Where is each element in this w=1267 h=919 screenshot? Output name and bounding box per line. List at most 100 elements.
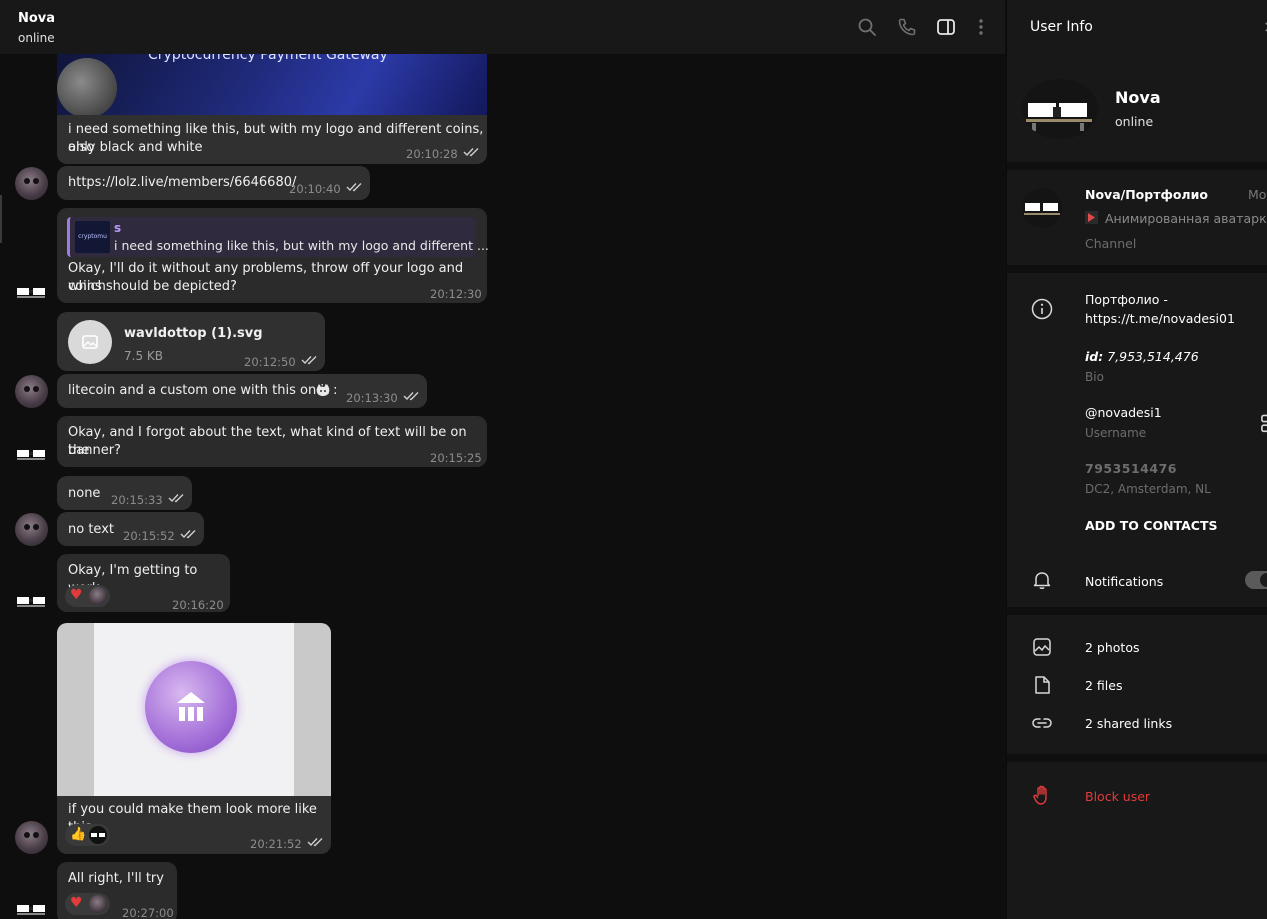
message-bubble[interactable]: All right, I'll try ♥ 20:27:00 (57, 862, 177, 919)
sidebar-toggle-icon[interactable] (936, 17, 956, 37)
user-info-panel: User Info × Nova online Nova/Портфолио M… (1006, 0, 1267, 919)
close-icon[interactable]: × (1263, 17, 1267, 36)
heart-icon: ♥ (70, 587, 83, 603)
bell-icon (1031, 569, 1053, 591)
read-checks-icon (307, 837, 325, 847)
file-size: 7.5 KB (124, 349, 163, 363)
message-text: no text (68, 522, 114, 537)
message-bubble[interactable]: Okay, and I forgot about the text, what … (57, 416, 487, 467)
message-text-line2: coins should be depicted? (68, 279, 237, 294)
file-icon (1031, 674, 1053, 696)
channel-description: Анимированная аватарка (1105, 211, 1267, 226)
more-vertical-icon[interactable] (971, 17, 991, 37)
profile-status: online (1115, 114, 1154, 129)
bio-line1: Портфолио - (1085, 292, 1168, 307)
channel-avatar[interactable] (1022, 188, 1062, 228)
chat-status: online (18, 31, 55, 45)
avatar[interactable] (15, 513, 48, 546)
bio-link[interactable]: https://t.me/novadesi01 (1085, 311, 1235, 326)
file-icon[interactable] (68, 320, 112, 364)
notifications-toggle[interactable] (1245, 571, 1267, 589)
link-icon (1031, 712, 1053, 734)
username-label: Username (1085, 426, 1147, 440)
search-icon[interactable] (857, 17, 877, 37)
message-text: Okay, and I forgot about the text, what … (68, 425, 467, 458)
message-link[interactable]: https://lolz.live/members/6646680/ (68, 174, 296, 192)
scroll-indicator[interactable] (0, 195, 2, 243)
block-user-button[interactable]: Block user (1085, 789, 1150, 804)
reaction-avatar (89, 826, 107, 844)
message-time: 20:27:00 (122, 906, 174, 919)
message-time: 20:15:33 (111, 493, 163, 507)
photo-icon (1031, 636, 1053, 658)
files-link[interactable]: 2 files (1085, 678, 1122, 693)
hand-stop-icon (1031, 784, 1053, 806)
message-text: none (68, 486, 101, 501)
read-checks-icon (463, 147, 481, 157)
file-name[interactable]: wavldottop (1).svg (124, 325, 263, 343)
thumbs-up-icon: 👍 (70, 827, 87, 842)
message-text: litecoin and a custom one with this on i… (68, 383, 338, 398)
avatar[interactable] (15, 447, 48, 463)
avatar[interactable] (15, 375, 48, 408)
coin-graphic (57, 58, 117, 115)
reaction-heart[interactable]: ♥ (65, 585, 110, 607)
reply-thumbnail: cryptomu (75, 221, 110, 253)
phone-icon[interactable] (897, 17, 917, 37)
message-text-line2: banner? (68, 443, 121, 458)
message-time: 20:13:30 (346, 391, 398, 405)
channel-title[interactable]: Nova/Портфолио (1085, 187, 1208, 202)
avatar[interactable] (15, 821, 48, 854)
chat-header: Nova online (0, 0, 1005, 54)
message-bubble-file[interactable]: wavldottop (1).svg 7.5 KB 20:12:50 (57, 312, 325, 371)
read-checks-icon (346, 182, 364, 192)
message-bubble[interactable]: none 20:15:33 (57, 476, 192, 510)
profile-name: Nova (1115, 88, 1161, 107)
message-bubble[interactable]: no text 20:15:52 (57, 512, 204, 546)
divider (1007, 754, 1267, 762)
message-text: All right, I'll try (68, 871, 164, 886)
user-id[interactable]: id: 7,953,514,476 (1085, 349, 1199, 364)
message-bubble-reply[interactable]: cryptomu s i need something like this, b… (57, 208, 489, 303)
message-bubble[interactable]: Okay, I'm getting to work ♥ 20:16:20 (57, 554, 230, 612)
message-time: 20:10:40 (289, 182, 341, 196)
message-time: 20:15:52 (123, 529, 175, 543)
datacenter-label: DC2, Amsterdam, NL (1085, 482, 1211, 496)
photos-link[interactable]: 2 photos (1085, 640, 1140, 655)
divider (1007, 265, 1267, 273)
qr-code-icon[interactable] (1257, 413, 1267, 433)
message-bubble[interactable]: https://lolz.live/members/6646680/ 20:10… (57, 166, 370, 200)
message-time: 20:15:25 (430, 451, 482, 465)
reply-text: i need something like this, but with my … (114, 238, 489, 253)
message-bubble[interactable]: litecoin and a custom one with this on i… (57, 374, 427, 408)
reaction-thumbs-up[interactable]: 👍 (65, 824, 110, 846)
chat-title[interactable]: Nova (18, 11, 55, 26)
reply-author: s (114, 221, 122, 235)
read-checks-icon (180, 529, 198, 539)
shared-links-link[interactable]: 2 shared links (1085, 716, 1172, 731)
cat-emoji-icon (315, 383, 331, 399)
reaction-avatar (89, 895, 107, 913)
bio-label: Bio (1085, 370, 1104, 384)
message-time: 20:10:28 (406, 147, 458, 161)
message-time: 20:16:20 (172, 598, 224, 612)
coin-image[interactable] (57, 623, 331, 796)
avatar[interactable] (15, 167, 48, 200)
add-to-contacts-button[interactable]: ADD TO CONTACTS (1085, 518, 1217, 533)
message-bubble-image[interactable]: Cryptocurrency Payment Gateway i need so… (57, 40, 487, 164)
profile-avatar[interactable] (1022, 79, 1098, 139)
message-time: 20:12:30 (430, 287, 482, 301)
reply-quote[interactable]: cryptomu s i need something like this, b… (67, 217, 489, 257)
channel-label: Channel (1085, 236, 1137, 251)
avatar[interactable] (15, 594, 48, 610)
avatar[interactable] (15, 902, 48, 918)
avatar[interactable] (15, 285, 48, 301)
divider (1007, 607, 1267, 615)
username[interactable]: @novadesi1 (1085, 405, 1162, 420)
message-text-line2: only black and white (68, 140, 203, 155)
message-bubble-image[interactable]: if you could make them look more like th… (57, 623, 331, 854)
divider (1007, 162, 1267, 170)
reaction-avatar (89, 587, 107, 605)
reaction-heart[interactable]: ♥ (65, 893, 110, 915)
phone-number[interactable]: 7953514476 (1085, 461, 1177, 476)
